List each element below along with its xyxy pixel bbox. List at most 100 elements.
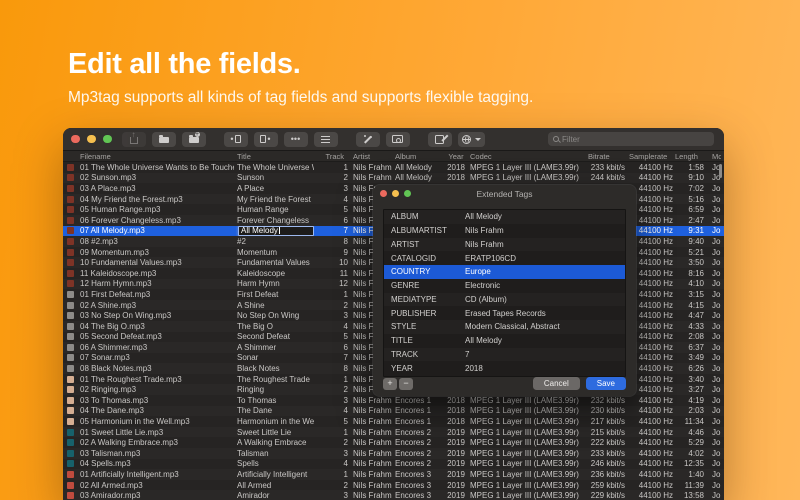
save-tag-button[interactable]: • (254, 132, 278, 147)
tag-field-row[interactable]: PUBLISHERErased Tapes Records (384, 306, 625, 320)
column-header-filename[interactable]: Filename (79, 152, 234, 161)
tag-field-row[interactable]: STYLEModern Classical, Abstract (384, 320, 625, 334)
tag-field-row[interactable]: TITLEAll Melody (384, 334, 625, 348)
track-row[interactable]: 03 Talisman.mp3Talisman3Nils FrahmEncore… (63, 448, 724, 459)
track-row[interactable]: 03 To Thomas.mp3To Thomas3Nils FrahmEnco… (63, 395, 724, 406)
column-header-mc[interactable]: Mc (704, 152, 721, 161)
close-button[interactable] (71, 135, 80, 144)
column-header-bitrate[interactable]: Bitrate (587, 152, 625, 161)
track-row[interactable]: 01 Sweet Little Lie.mp3Sweet Little Lie1… (63, 427, 724, 438)
album-art-thumbnail (67, 227, 74, 234)
share-button[interactable] (122, 132, 146, 147)
tag-field-row[interactable]: COUNTRYEurope (384, 265, 625, 279)
search-icon (553, 136, 559, 142)
column-header-length[interactable]: Length (673, 152, 704, 161)
track-row[interactable]: 01 Artificially Intelligent.mp3Artificia… (63, 469, 724, 480)
cell-title: A Shine (234, 301, 314, 310)
add-folder-button[interactable] (182, 132, 206, 147)
album-art-thumbnail (67, 492, 74, 499)
cell-length: 3:40 (673, 375, 704, 384)
cell-title: #2 (234, 237, 314, 246)
columns-button[interactable] (314, 132, 338, 147)
track-row[interactable]: 02 All Armed.mp3All Armed2Nils FrahmEnco… (63, 480, 724, 491)
cell-length: 1:40 (673, 470, 704, 479)
cell-modified: Jo (704, 343, 721, 352)
tag-field-row[interactable]: ARTISTNils Frahm (384, 238, 625, 252)
album-art-thumbnail (67, 291, 74, 298)
cell-filename: 02 Ringing.mp3 (79, 385, 234, 394)
cell-length: 3:50 (673, 258, 704, 267)
cell-modified: Jo (704, 322, 721, 331)
cell-modified: Jo (704, 279, 721, 288)
cell-bitrate: 229 kbit/s (587, 491, 625, 500)
album-art-thumbnail (67, 365, 74, 372)
cell-modified: Jo (704, 353, 721, 362)
track-row[interactable]: 02 A Walking Embrace.mp3A Walking Embrac… (63, 437, 724, 448)
track-row[interactable]: 02 Sunson.mp3Sunson2Nils FrahmAll Melody… (63, 173, 724, 184)
minimize-button[interactable] (87, 135, 96, 144)
cell-modified: Jo (704, 481, 721, 490)
column-header-artist[interactable]: Artist (350, 152, 393, 161)
scrollbar-thumb[interactable] (719, 164, 722, 178)
web-sources-button[interactable] (458, 132, 485, 147)
cell-title: A Walking Embrace (234, 438, 314, 447)
cell-track: 1 (314, 470, 350, 479)
cell-bitrate: 233 kbit/s (587, 163, 625, 172)
cell-filename: 04 The Big O.mp3 (79, 322, 234, 331)
cell-filename: 11 Kaleidoscope.mp3 (79, 269, 234, 278)
column-header-year[interactable]: Year (444, 152, 468, 161)
cell-samplerate: 44100 Hz (625, 459, 673, 468)
tag-field-value: All Melody (465, 336, 625, 345)
track-row[interactable]: 01 The Whole Universe Wants to Be Touche… (63, 162, 724, 173)
filter-field[interactable] (548, 132, 714, 146)
cell-length: 3:15 (673, 290, 704, 299)
remove-tag-button[interactable]: ••• (284, 132, 308, 147)
zoom-button[interactable] (103, 135, 112, 144)
remove-field-button[interactable]: − (399, 378, 413, 390)
tag-field-name: ALBUMARTIST (391, 226, 465, 235)
cell-samplerate: 44100 Hz (625, 491, 673, 500)
tag-field-row[interactable]: ALBUMARTISTNils Frahm (384, 224, 625, 238)
tag-field-name: MEDIATYPE (391, 295, 465, 304)
actions-button[interactable] (356, 132, 380, 147)
tag-field-row[interactable]: ALBUMAll Melody (384, 210, 625, 224)
add-field-button[interactable]: + (383, 378, 397, 390)
tag-field-name: COUNTRY (391, 267, 465, 276)
cell-year: 2019 (444, 459, 468, 468)
magic-wand-icon (363, 134, 373, 144)
column-header-title[interactable]: Title (234, 152, 314, 161)
cell-year: 2019 (444, 491, 468, 500)
cancel-button[interactable]: Cancel (533, 377, 580, 390)
load-tag-button[interactable]: • (224, 132, 248, 147)
dot-icon: • (267, 135, 270, 143)
cell-modified: Jo (704, 396, 721, 405)
album-art-button[interactable] (386, 132, 410, 147)
column-header-samplerate[interactable]: Samplerate (625, 152, 673, 161)
tag-field-row[interactable]: YEAR2018 (384, 361, 625, 375)
column-header-album[interactable]: Album (393, 152, 444, 161)
cell-length: 4:46 (673, 428, 704, 437)
tag-field-row[interactable]: MEDIATYPECD (Album) (384, 293, 625, 307)
cell-filename: 01 The Whole Universe Wants to Be Touche… (79, 163, 234, 172)
track-row[interactable]: 03 Amirador.mp3Amirador3Nils FrahmEncore… (63, 490, 724, 500)
convert-button[interactable] (428, 132, 452, 147)
column-header-codec[interactable]: Codec (468, 152, 587, 161)
track-row[interactable]: 04 The Dane.mp3The Dane4Nils FrahmEncore… (63, 406, 724, 417)
cell-track: 6 (314, 343, 350, 352)
tag-field-row[interactable]: GENREElectronic (384, 279, 625, 293)
cell-filename: 03 No Step On Wing.mp3 (79, 311, 234, 320)
album-art-thumbnail (67, 259, 74, 266)
tag-field-row[interactable]: CATALOGIDERATP106CD (384, 251, 625, 265)
cell-track: 4 (314, 406, 350, 415)
cell-title: All Armed (234, 481, 314, 490)
chevron-down-icon (475, 138, 481, 141)
column-header-track[interactable]: Track (314, 152, 350, 161)
tag-field-row[interactable]: TRACK7 (384, 348, 625, 362)
title-edit-field[interactable]: All Melody (238, 226, 314, 236)
save-button[interactable]: Save (586, 377, 626, 390)
track-row[interactable]: 05 Harmonium in the Well.mp3Harmonium in… (63, 416, 724, 427)
album-art-thumbnail (67, 482, 74, 489)
open-folder-button[interactable] (152, 132, 176, 147)
filter-input[interactable] (562, 135, 709, 144)
track-row[interactable]: 04 Spells.mp3Spells4Nils FrahmEncores 22… (63, 459, 724, 470)
